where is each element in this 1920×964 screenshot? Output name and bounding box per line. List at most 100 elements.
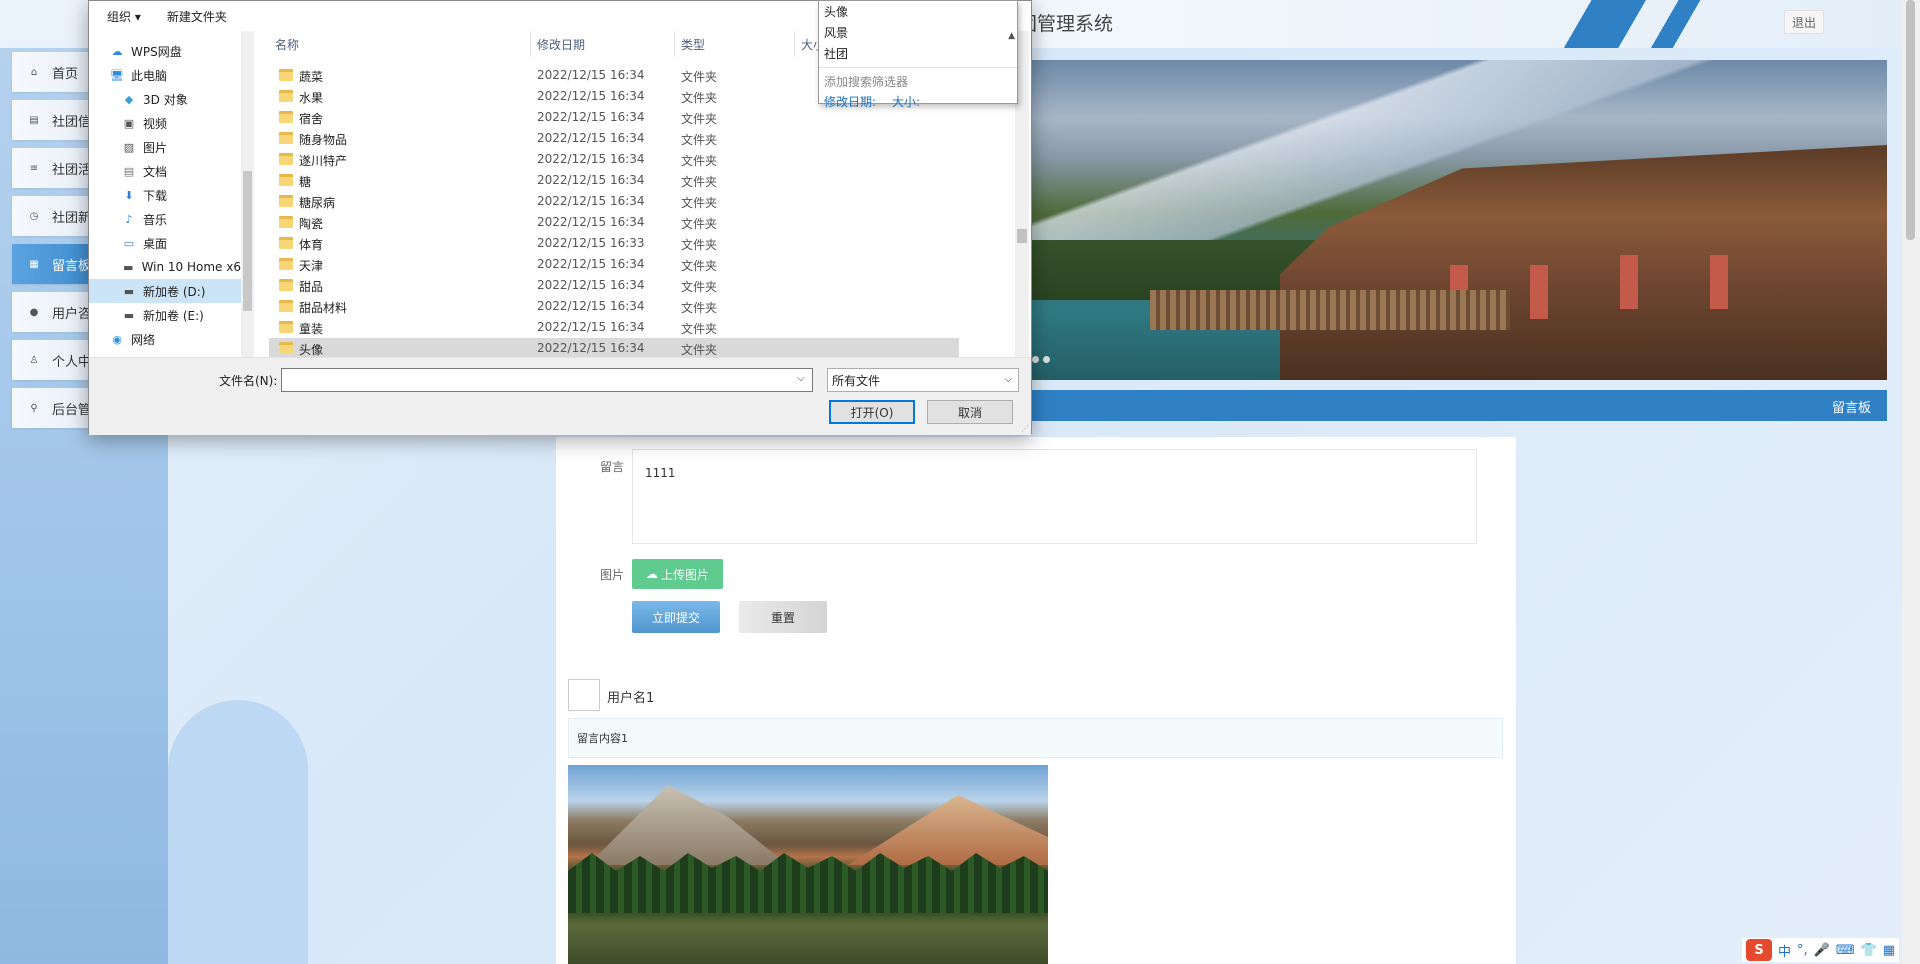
folder-icon — [279, 90, 293, 102]
submit-button[interactable]: 立即提交 — [632, 601, 720, 633]
nav-tree-item[interactable]: ◆ 3D 对象 — [89, 87, 241, 111]
link-icon: ⚲ — [30, 402, 38, 414]
file-name: 糖 — [299, 175, 312, 189]
file-row[interactable]: 遂川特产 2022/12/15 16:34 文件夹 — [269, 149, 959, 170]
file-type: 文件夹 — [681, 322, 718, 336]
drive-icon: ▬ — [123, 308, 135, 322]
microphone-icon[interactable]: 🎤 — [1814, 943, 1830, 958]
chevron-down-icon[interactable]: ⌵ — [797, 373, 805, 384]
nav-scrollbar[interactable] — [241, 31, 254, 357]
file-row[interactable]: 童装 2022/12/15 16:34 文件夹 — [269, 317, 959, 338]
file-date: 2022/12/15 16:34 — [537, 131, 645, 145]
ime-punctuation-icon[interactable]: °, — [1797, 943, 1808, 958]
filter-size-link[interactable]: 大小: — [892, 93, 920, 110]
carousel-dot[interactable] — [1032, 356, 1039, 363]
banner-shutter — [1620, 255, 1638, 309]
nav-tree-label: 网络 — [131, 332, 156, 347]
nav-tree-label: WPS网盘 — [131, 44, 182, 59]
image-label: 图片 — [600, 568, 625, 582]
nav-tree-item[interactable]: ⬇ 下载 — [89, 183, 241, 207]
reset-button[interactable]: 重置 — [739, 601, 827, 633]
file-row[interactable]: 体育 2022/12/15 16:33 文件夹 — [269, 233, 959, 254]
sidebar-item-label: 用户咨 — [52, 306, 92, 322]
file-scrollbar-thumb[interactable] — [1017, 229, 1027, 243]
desktop-icon: ▭ — [123, 236, 135, 250]
file-row[interactable]: 糖 2022/12/15 16:34 文件夹 — [269, 170, 959, 191]
sogou-logo-icon[interactable]: S — [1746, 939, 1772, 961]
file-row[interactable]: 甜品材料 2022/12/15 16:34 文件夹 — [269, 296, 959, 317]
cloud-icon: ☁ — [111, 44, 123, 58]
keyboard-icon[interactable]: ⌨ — [1836, 943, 1855, 958]
page-scrollbar-thumb[interactable] — [1906, 0, 1915, 240]
carousel-dots[interactable] — [1032, 356, 1050, 363]
new-folder-button[interactable]: 新建文件夹 — [167, 8, 227, 25]
file-row[interactable]: 头像 2022/12/15 16:34 文件夹 — [269, 338, 959, 357]
file-row[interactable]: 随身物品 2022/12/15 16:34 文件夹 — [269, 128, 959, 149]
file-name: 天津 — [299, 259, 324, 273]
column-date[interactable]: 修改日期 — [531, 31, 675, 57]
nav-tree-item[interactable]: 🖥 此电脑 — [89, 63, 241, 87]
nav-tree-label: Win 10 Home x6 — [141, 260, 241, 274]
nav-scrollbar-thumb[interactable] — [243, 171, 252, 311]
site-title: 团管理系统 — [1018, 13, 1114, 35]
sidebar-item-label: 社团活 — [52, 162, 92, 178]
resize-grip-icon[interactable]: ⋰ — [1021, 424, 1029, 433]
file-name: 水果 — [299, 91, 324, 105]
file-row[interactable]: 糖尿病 2022/12/15 16:34 文件夹 — [269, 191, 959, 212]
nav-tree-item[interactable]: ◉ 网络 — [89, 327, 241, 351]
carousel-dot[interactable] — [1043, 356, 1050, 363]
file-date: 2022/12/15 16:34 — [537, 152, 645, 166]
divider — [819, 67, 1017, 68]
folder-icon — [279, 132, 293, 144]
nav-tree-label: 桌面 — [143, 236, 168, 251]
file-name: 体育 — [299, 238, 324, 252]
search-suggestion-item[interactable]: 风景 — [819, 22, 1017, 43]
column-name[interactable]: 名称 — [269, 31, 531, 57]
folder-icon — [279, 153, 293, 165]
banner-carousel[interactable] — [1030, 60, 1887, 380]
nav-tree-item[interactable]: ☁ WPS网盘 — [89, 39, 241, 63]
column-type[interactable]: 类型 — [675, 31, 795, 57]
search-suggestion-item[interactable]: 社团 — [819, 43, 1017, 64]
page-scrollbar[interactable] — [1902, 0, 1920, 964]
nav-tree-item[interactable]: ▭ 桌面 — [89, 231, 241, 255]
open-button[interactable]: 打开(O) — [829, 400, 915, 424]
file-date: 2022/12/15 16:34 — [537, 320, 645, 334]
filename-input[interactable] — [281, 368, 813, 392]
file-type-select[interactable]: 所有文件 ⌵ — [827, 368, 1019, 392]
file-date: 2022/12/15 16:34 — [537, 299, 645, 313]
file-row[interactable]: 甜品 2022/12/15 16:34 文件夹 — [269, 275, 959, 296]
file-row[interactable]: 天津 2022/12/15 16:34 文件夹 — [269, 254, 959, 275]
nav-tree-item[interactable]: ♪ 音乐 — [89, 207, 241, 231]
ime-toolbar[interactable]: S 中 °, 🎤 ⌨ 👕 ▦ — [1742, 938, 1900, 962]
search-suggestions: 头像 风景 社团 添加搜索筛选器 修改日期: 大小: ▲ — [818, 0, 1018, 109]
nav-tree-label: 下载 — [143, 188, 168, 203]
folder-icon — [279, 237, 293, 249]
ime-chinese-icon[interactable]: 中 — [1778, 941, 1791, 960]
filter-date-link[interactable]: 修改日期: — [824, 93, 876, 110]
download-icon: ⬇ — [124, 188, 134, 202]
organize-button[interactable]: 组织 ▾ — [107, 8, 141, 25]
nav-tree-item[interactable]: ▨ 图片 — [89, 135, 241, 159]
folder-icon — [279, 174, 293, 186]
upload-image-button[interactable]: ☁ 上传图片 — [632, 559, 723, 589]
sidebar-item-label: 社团新 — [52, 210, 92, 226]
file-name: 甜品 — [299, 280, 324, 294]
nav-tree-item[interactable]: ▬ Win 10 Home x6 — [89, 255, 241, 279]
search-suggestion-item[interactable]: 头像 — [819, 1, 1017, 22]
nav-tree-item[interactable]: ▬ 新加卷 (E:) — [89, 303, 241, 327]
file-name: 随身物品 — [299, 133, 348, 147]
cancel-button[interactable]: 取消 — [927, 400, 1013, 424]
file-name: 陶瓷 — [299, 217, 324, 231]
file-row[interactable]: 陶瓷 2022/12/15 16:34 文件夹 — [269, 212, 959, 233]
message-textarea[interactable]: 1111 — [632, 449, 1477, 544]
nav-tree-item[interactable]: ▤ 文档 — [89, 159, 241, 183]
chevron-up-icon[interactable]: ▲ — [1008, 31, 1015, 41]
folder-icon — [279, 279, 293, 291]
banner-shutter — [1710, 255, 1728, 309]
logout-button[interactable]: 退出 — [1784, 10, 1824, 34]
skin-icon[interactable]: 👕 — [1861, 943, 1877, 958]
nav-tree-item[interactable]: ▬ 新加卷 (D:) — [89, 279, 241, 303]
nav-tree-item[interactable]: ▣ 视频 — [89, 111, 241, 135]
toolbox-icon[interactable]: ▦ — [1883, 943, 1895, 958]
